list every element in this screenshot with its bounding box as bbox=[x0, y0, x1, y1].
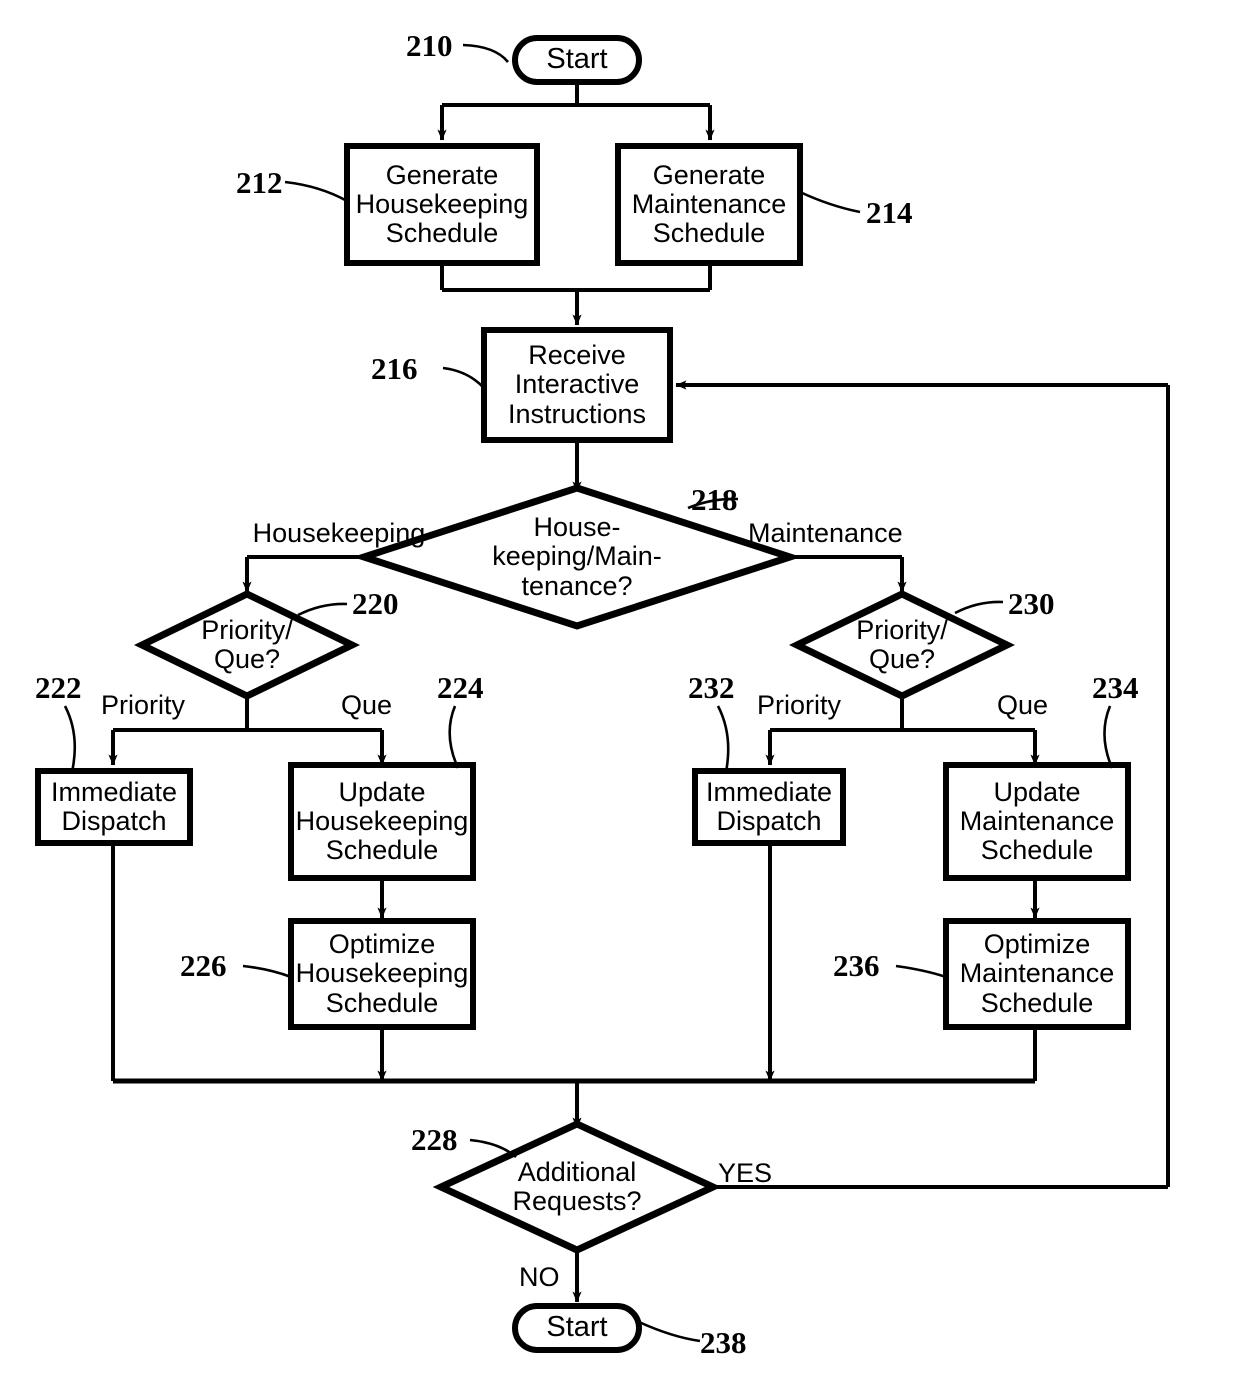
ref-numeral-238: 238 bbox=[700, 1325, 747, 1360]
edge-label-que-left: Que bbox=[341, 690, 393, 720]
node-220-shape bbox=[133, 590, 361, 700]
ref-numeral-218: 218 bbox=[691, 482, 738, 517]
node-238-shape bbox=[512, 1303, 642, 1353]
node-210-start-shape bbox=[512, 35, 642, 85]
edge-label-priority-left: Priority bbox=[101, 690, 186, 720]
edge-label-que-right: Que bbox=[997, 690, 1049, 720]
ref-numeral-230: 230 bbox=[1008, 586, 1055, 621]
edge-label-housekeeping: Housekeeping bbox=[252, 518, 426, 548]
node-214-shape bbox=[615, 143, 803, 266]
ref-numeral-224: 224 bbox=[437, 670, 484, 705]
node-230-shape bbox=[788, 590, 1016, 700]
edge-label-priority-right: Priority bbox=[757, 690, 842, 720]
node-212-shape bbox=[344, 143, 540, 266]
node-234-shape bbox=[943, 762, 1131, 881]
node-232-shape bbox=[692, 768, 846, 846]
node-216-shape bbox=[481, 327, 673, 443]
ref-numeral-232: 232 bbox=[688, 670, 735, 705]
ref-numeral-212: 212 bbox=[236, 165, 283, 200]
edge-label-yes: YES bbox=[718, 1158, 773, 1188]
node-236-shape bbox=[943, 918, 1131, 1030]
ref-numeral-236: 236 bbox=[833, 948, 880, 983]
node-226-shape bbox=[288, 918, 476, 1030]
node-222-shape bbox=[35, 768, 193, 846]
flowchart-canvas: Start Generate Housekeeping Schedule Gen… bbox=[0, 0, 1240, 1397]
ref-numeral-216: 216 bbox=[371, 351, 418, 386]
ref-numeral-220: 220 bbox=[352, 586, 399, 621]
ref-numeral-234: 234 bbox=[1092, 670, 1139, 705]
ref-numeral-222: 222 bbox=[35, 670, 82, 705]
edge-label-maintenance: Maintenance bbox=[748, 518, 903, 548]
ref-numeral-214: 214 bbox=[866, 195, 913, 230]
edge-label-no: NO bbox=[519, 1262, 560, 1292]
ref-numeral-210: 210 bbox=[406, 28, 453, 63]
node-224-shape bbox=[288, 762, 476, 881]
ref-numeral-228: 228 bbox=[411, 1122, 458, 1157]
ref-numeral-226: 226 bbox=[180, 948, 227, 983]
